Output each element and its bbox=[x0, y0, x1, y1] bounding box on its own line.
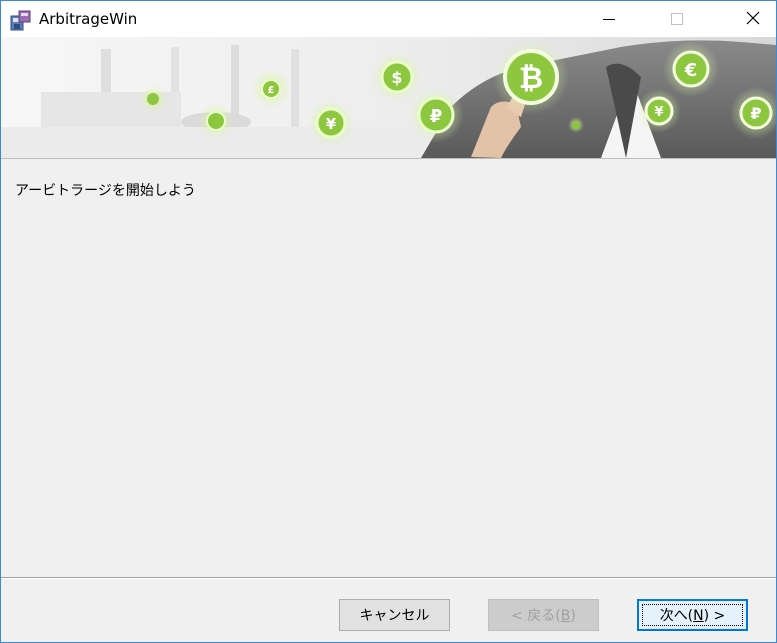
svg-text:$: $ bbox=[391, 68, 402, 87]
svg-text:₽: ₽ bbox=[430, 106, 443, 127]
page-heading: アービトラージを開始しよう bbox=[15, 183, 196, 199]
svg-text:₿: ₿ bbox=[519, 61, 543, 96]
minimize-icon bbox=[603, 10, 615, 29]
next-button[interactable]: 次へ(N) > bbox=[637, 599, 748, 631]
maximize-button[interactable] bbox=[654, 1, 700, 37]
back-button: < 戻る(B) bbox=[488, 599, 599, 631]
installer-window: ArbitrageWin £ $ ¥ ₽ ₿ € ¥ ₽ アービトラージを開始し… bbox=[0, 0, 777, 643]
window-title: ArbitrageWin bbox=[39, 10, 138, 28]
cancel-button[interactable]: キャンセル bbox=[339, 599, 450, 631]
footer-divider-highlight bbox=[1, 578, 776, 579]
maximize-icon bbox=[671, 10, 683, 29]
svg-text:¥: ¥ bbox=[654, 105, 663, 120]
cancel-button-label: キャンセル bbox=[359, 608, 430, 624]
svg-text:¥: ¥ bbox=[326, 115, 337, 133]
next-button-label: 次へ(N) > bbox=[659, 608, 726, 624]
minimize-button[interactable] bbox=[586, 1, 632, 37]
svg-text:€: € bbox=[684, 60, 698, 81]
svg-text:₽: ₽ bbox=[750, 104, 761, 123]
header-banner-image: £ $ ¥ ₽ ₿ € ¥ ₽ bbox=[1, 37, 776, 158]
banner-divider bbox=[1, 158, 776, 159]
svg-text:£: £ bbox=[268, 85, 275, 96]
installer-app-icon bbox=[10, 10, 32, 32]
close-icon bbox=[746, 10, 760, 29]
close-button[interactable] bbox=[730, 1, 776, 37]
title-bar[interactable]: ArbitrageWin bbox=[1, 1, 776, 37]
back-button-label: < 戻る(B) bbox=[511, 608, 576, 624]
